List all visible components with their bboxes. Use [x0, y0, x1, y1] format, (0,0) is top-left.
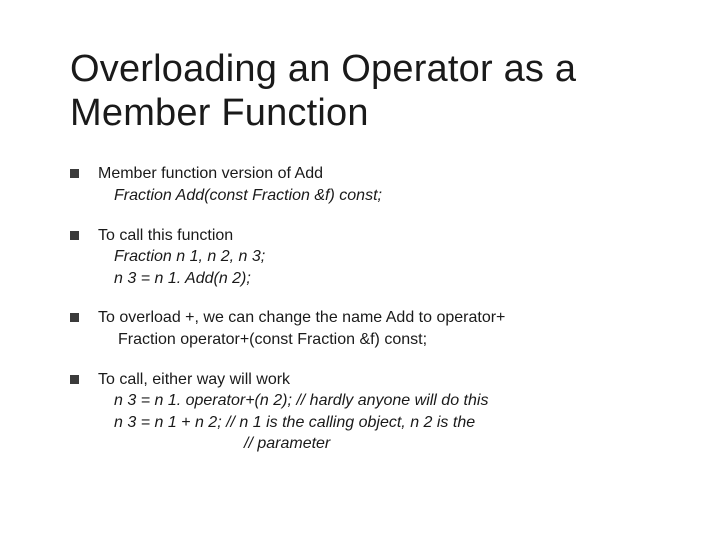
bullet-lead: To call this function [98, 227, 233, 244]
bullet-sub: n 3 = n 1. Add(n 2); [98, 268, 650, 290]
bullet-sub: Fraction n 1, n 2, n 3; [98, 246, 650, 268]
bullet-item: Member function version of Add Fraction … [70, 163, 650, 206]
bullet-item: To call this function Fraction n 1, n 2,… [70, 225, 650, 290]
bullet-sub: n 3 = n 1 + n 2; // n 1 is the calling o… [98, 412, 650, 434]
bullet-lead: Member function version of Add [98, 165, 323, 182]
bullet-sub: Fraction operator+(const Fraction &f) co… [98, 329, 650, 351]
bullet-sub: // parameter [98, 433, 650, 455]
bullet-sub: n 3 = n 1. operator+(n 2); // hardly any… [98, 390, 650, 412]
bullet-item: To overload +, we can change the name Ad… [70, 307, 650, 350]
bullet-item: To call, either way will work n 3 = n 1.… [70, 369, 650, 455]
bullet-lead: To overload +, we can change the name Ad… [98, 309, 505, 326]
bullet-sub: Fraction Add(const Fraction &f) const; [98, 185, 650, 207]
bullet-list: Member function version of Add Fraction … [70, 163, 650, 455]
bullet-lead: To call, either way will work [98, 371, 290, 388]
slide: Overloading an Operator as a Member Func… [0, 0, 720, 540]
slide-title: Overloading an Operator as a Member Func… [70, 48, 650, 135]
